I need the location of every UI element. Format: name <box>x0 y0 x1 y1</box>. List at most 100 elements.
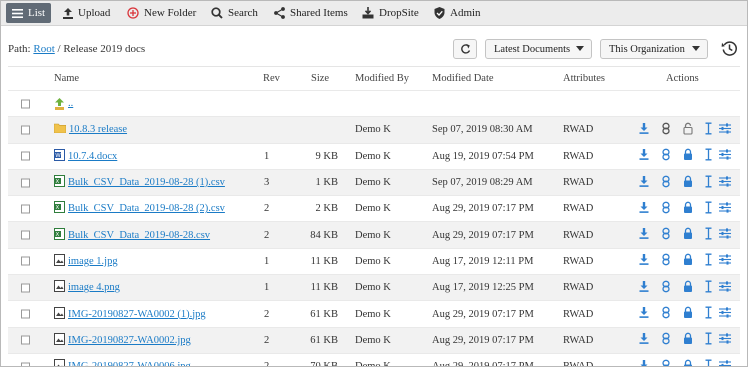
header-rev[interactable]: Rev <box>263 67 280 90</box>
table-row[interactable]: 10.8.3 release Demo K Sep 07, 2019 08:30 A… <box>8 117 740 144</box>
lock-icon[interactable] <box>683 122 693 137</box>
text-cursor-icon[interactable] <box>705 332 712 348</box>
text-cursor-icon[interactable] <box>705 148 712 164</box>
text-cursor-icon[interactable] <box>705 359 712 366</box>
download-icon[interactable] <box>639 149 649 163</box>
text-cursor-icon[interactable] <box>705 122 712 137</box>
lock-icon[interactable] <box>683 280 693 295</box>
lock-icon[interactable] <box>683 332 693 348</box>
header-modified-by[interactable]: Modified By <box>355 67 409 90</box>
lock-icon[interactable] <box>683 148 693 164</box>
download-icon[interactable] <box>639 201 649 216</box>
file-name-link[interactable]: 10.8.3 release <box>69 124 127 135</box>
row-checkbox[interactable] <box>21 362 30 366</box>
upload-button[interactable]: Upload <box>63 3 110 23</box>
download-icon[interactable] <box>639 280 649 295</box>
text-cursor-icon[interactable] <box>705 227 712 243</box>
download-icon[interactable] <box>639 359 649 366</box>
download-icon[interactable] <box>639 307 649 321</box>
lock-icon[interactable] <box>683 227 693 243</box>
documents-filter-dropdown[interactable]: Latest Documents <box>485 39 592 59</box>
row-checkbox[interactable] <box>21 99 30 109</box>
lock-icon[interactable] <box>683 359 693 366</box>
file-name-link[interactable]: image 1.jpg <box>68 256 118 267</box>
row-checkbox[interactable] <box>21 204 30 214</box>
refresh-button[interactable] <box>453 39 477 59</box>
lock-icon[interactable] <box>683 254 693 269</box>
row-checkbox[interactable] <box>21 178 30 188</box>
settings-sliders-icon[interactable] <box>719 175 731 190</box>
settings-sliders-icon[interactable] <box>719 360 731 366</box>
history-button[interactable] <box>721 40 738 60</box>
row-checkbox[interactable] <box>21 151 30 161</box>
link-icon[interactable] <box>662 227 670 243</box>
file-name-link[interactable]: Bulk_CSV_Data_2019-08-28.csv <box>68 230 210 241</box>
link-icon[interactable] <box>662 122 670 137</box>
download-icon[interactable] <box>639 122 649 137</box>
link-icon[interactable] <box>662 280 670 295</box>
table-row[interactable]: X Bulk_CSV_Data_2019-08-28.csv 2 84 KB Demo … <box>8 222 740 249</box>
link-icon[interactable] <box>662 201 670 216</box>
row-checkbox[interactable] <box>21 335 30 345</box>
lock-icon[interactable] <box>683 306 693 322</box>
lock-icon[interactable] <box>683 175 693 190</box>
settings-sliders-icon[interactable] <box>719 254 731 268</box>
download-icon[interactable] <box>639 228 649 242</box>
list-button[interactable]: List <box>6 3 52 23</box>
settings-sliders-icon[interactable] <box>719 202 731 216</box>
table-row[interactable]: W 10.7.4.docx 1 9 KB Demo K Aug 19, 2019 07:5… <box>8 144 740 170</box>
file-name-link[interactable]: 10.7.4.docx <box>68 151 117 162</box>
header-attributes[interactable]: Attributes <box>563 67 605 90</box>
link-icon[interactable] <box>662 332 670 348</box>
settings-sliders-icon[interactable] <box>719 307 731 321</box>
table-row[interactable]: IMG-20190827-WA0002.jpg 2 61 KB Demo K Aug 2… <box>8 327 740 354</box>
link-icon[interactable] <box>662 254 670 269</box>
parent-folder-link[interactable]: .. <box>68 98 73 109</box>
link-icon[interactable] <box>662 359 670 366</box>
header-modified-date[interactable]: Modified Date <box>432 67 494 90</box>
row-checkbox[interactable] <box>21 230 30 240</box>
row-checkbox[interactable] <box>21 283 30 293</box>
search-button[interactable]: Search <box>211 3 258 23</box>
settings-sliders-icon[interactable] <box>719 281 731 295</box>
row-checkbox[interactable] <box>21 309 30 319</box>
settings-sliders-icon[interactable] <box>719 333 731 347</box>
download-icon[interactable] <box>639 254 649 268</box>
dropsite-button[interactable]: DropSite <box>362 3 419 23</box>
organization-filter-dropdown[interactable]: This Organization <box>600 39 708 59</box>
lock-icon[interactable] <box>683 201 693 216</box>
table-row[interactable]: X Bulk_CSV_Data_2019-08-28 (1).csv 3 1 KB De… <box>8 169 740 197</box>
header-name[interactable]: Name <box>54 67 79 90</box>
text-cursor-icon[interactable] <box>705 175 712 190</box>
file-name-link[interactable]: Bulk_CSV_Data_2019-08-28 (2).csv <box>68 203 225 214</box>
settings-sliders-icon[interactable] <box>719 123 731 137</box>
text-cursor-icon[interactable] <box>705 253 712 269</box>
link-icon[interactable] <box>662 306 670 322</box>
parent-folder-row[interactable]: .. <box>8 91 740 118</box>
text-cursor-icon[interactable] <box>705 201 712 216</box>
table-row[interactable]: image 1.jpg 1 11 KB Demo K Aug 17, 2019 12:1… <box>8 249 740 276</box>
row-checkbox[interactable] <box>21 256 30 266</box>
file-name-link[interactable]: IMG-20190827-WA0002 (1).jpg <box>68 309 206 320</box>
file-name-link[interactable]: Bulk_CSV_Data_2019-08-28 (1).csv <box>68 177 225 188</box>
file-name-link[interactable]: IMG-20190827-WA0002.jpg <box>68 335 191 346</box>
new-folder-button[interactable]: New Folder <box>127 3 196 23</box>
header-size[interactable]: Size <box>311 67 329 90</box>
row-checkbox[interactable] <box>21 125 30 135</box>
file-name-link[interactable]: image 4.png <box>68 282 120 293</box>
settings-sliders-icon[interactable] <box>719 228 731 242</box>
breadcrumb-root-link[interactable]: Root <box>33 43 54 55</box>
admin-button[interactable]: Admin <box>434 3 481 23</box>
table-row[interactable]: image 4.png 1 11 KB Demo K Aug 17, 2019 12:2… <box>8 275 740 302</box>
link-icon[interactable] <box>662 175 670 190</box>
text-cursor-icon[interactable] <box>705 280 712 295</box>
link-icon[interactable] <box>662 148 670 164</box>
table-row[interactable]: IMG-20190827-WA0006.jpg 2 70 KB Demo K Aug 2… <box>8 354 740 366</box>
file-name-link[interactable]: IMG-20190827-WA0006.jpg <box>68 361 191 366</box>
download-icon[interactable] <box>639 333 649 347</box>
table-row[interactable]: X Bulk_CSV_Data_2019-08-28 (2).csv 2 2 KB De… <box>8 196 740 223</box>
settings-sliders-icon[interactable] <box>719 149 731 163</box>
text-cursor-icon[interactable] <box>705 306 712 322</box>
download-icon[interactable] <box>639 175 649 190</box>
table-row[interactable]: IMG-20190827-WA0002 (1).jpg 2 61 KB Demo K A… <box>8 301 740 328</box>
